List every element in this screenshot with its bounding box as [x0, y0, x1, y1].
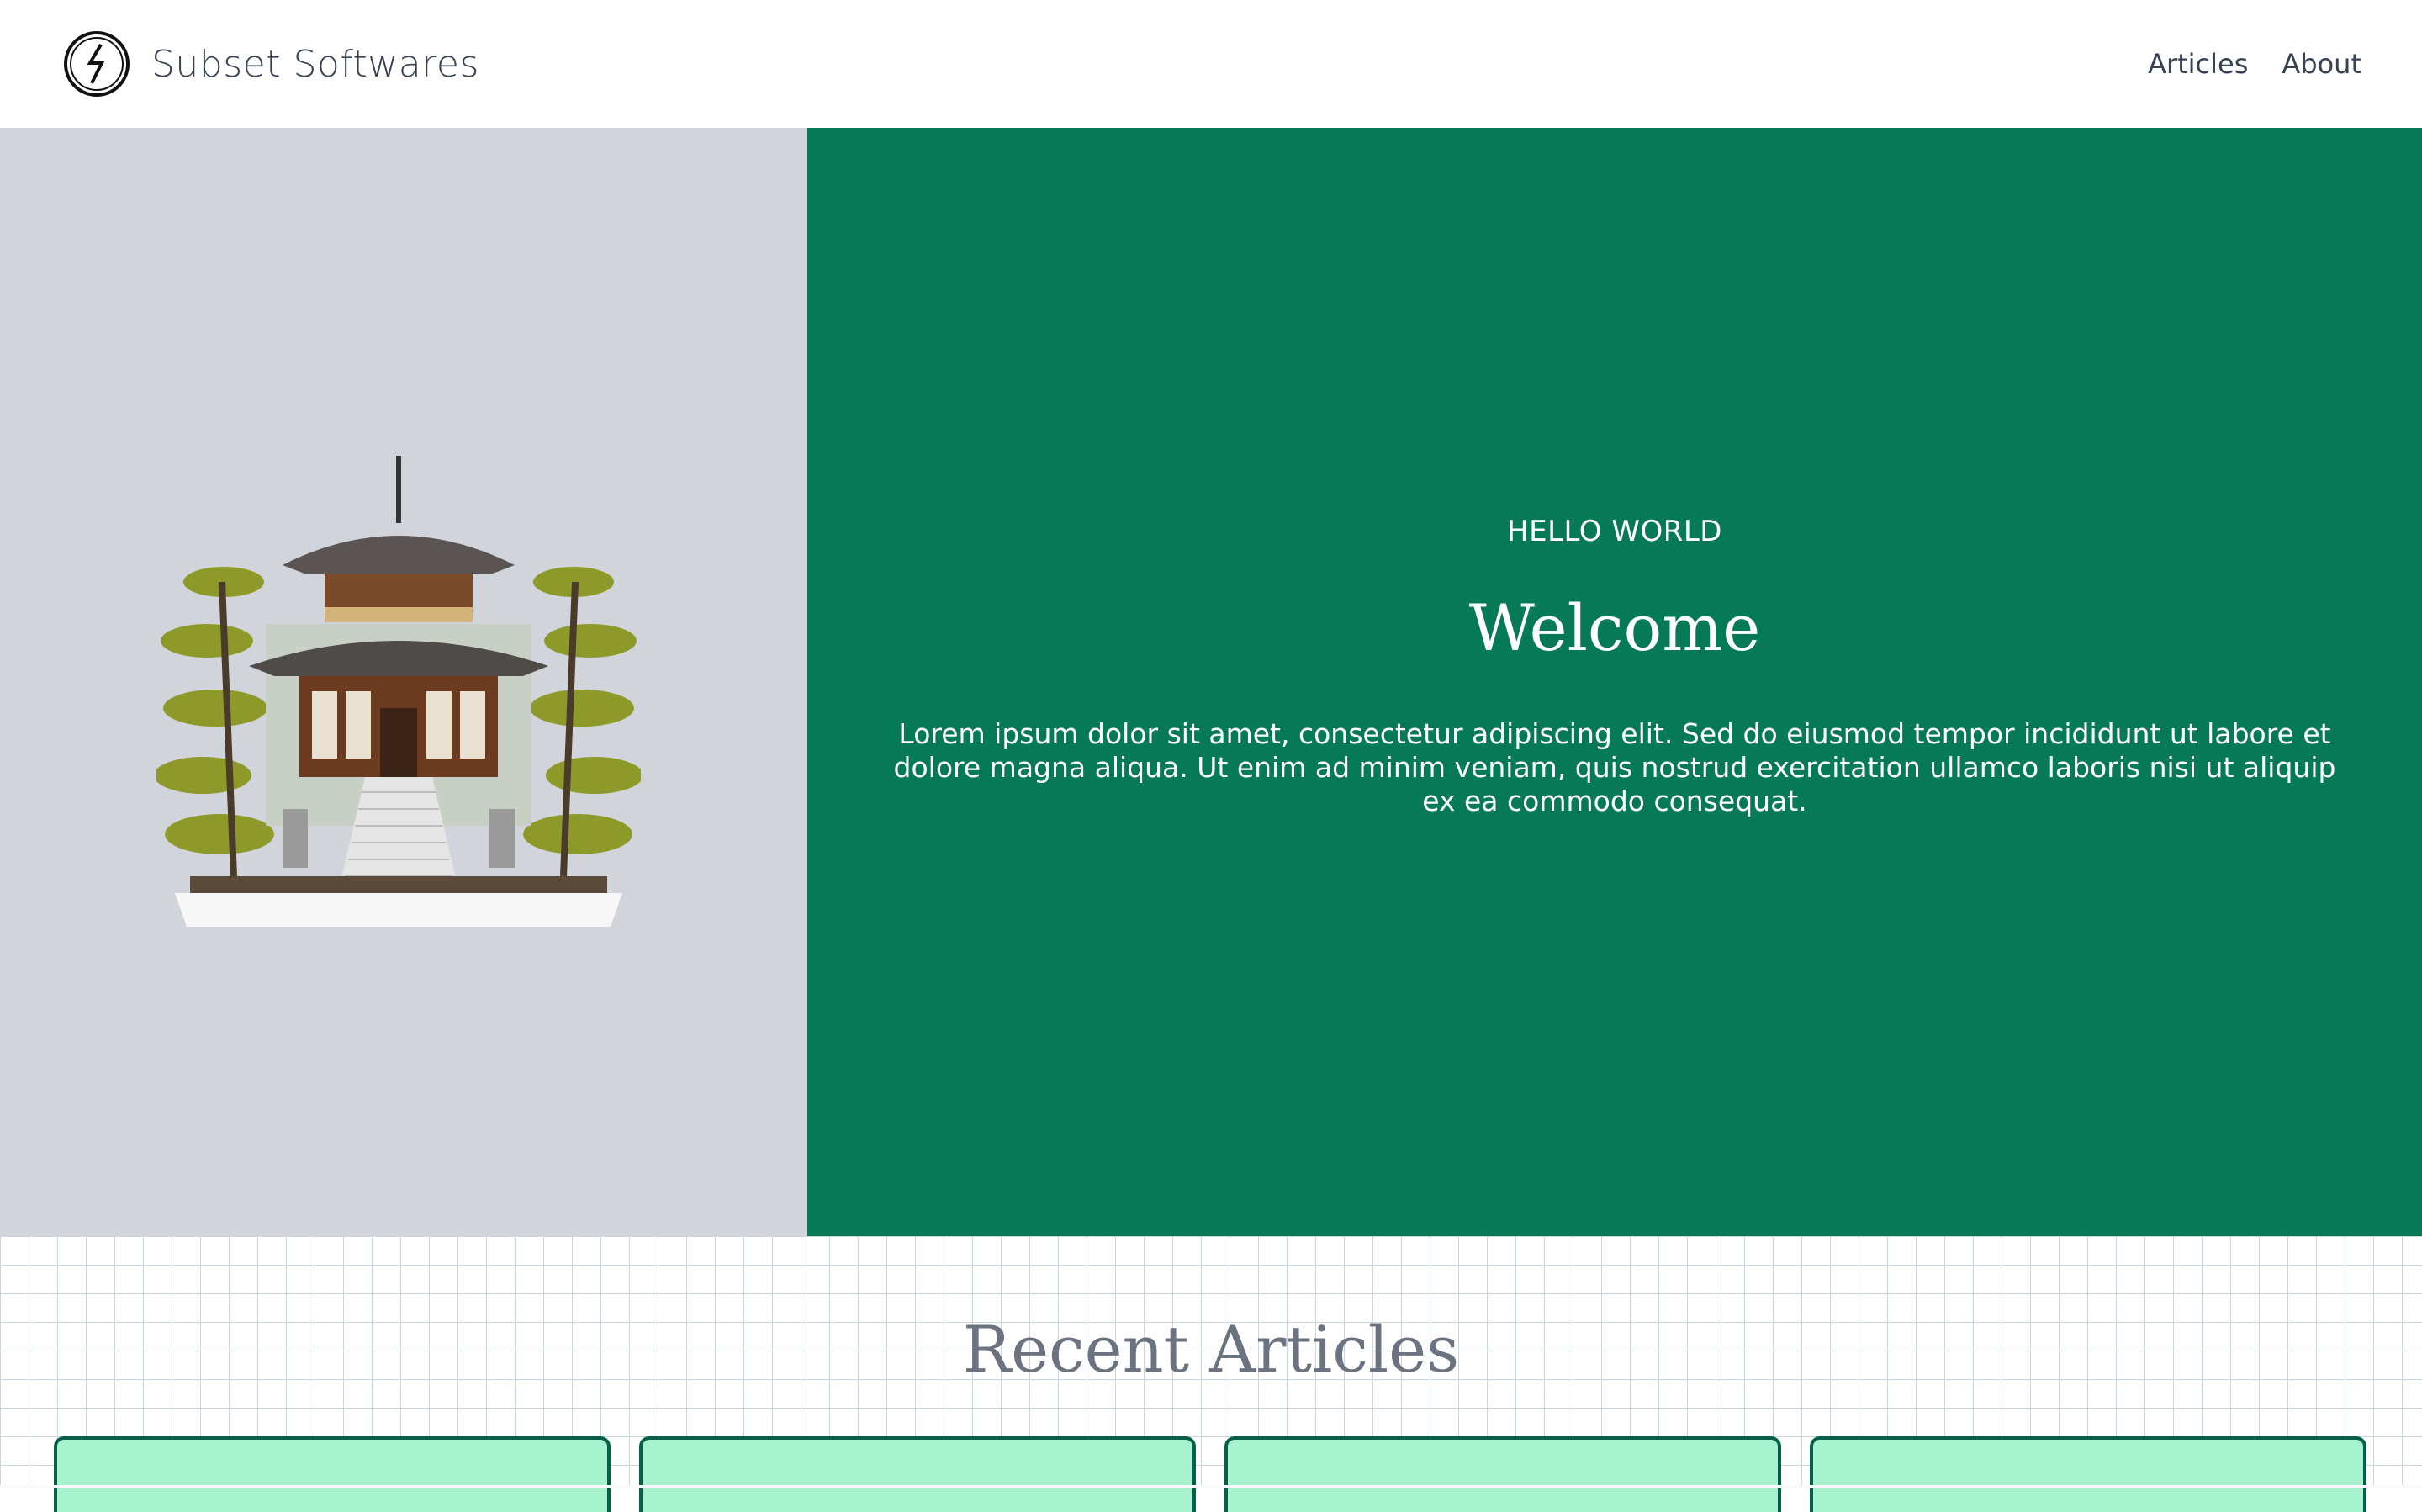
article-card[interactable] [1810, 1436, 2366, 1512]
hero-section: HELLO WORLD Welcome Lorem ipsum dolor si… [0, 128, 2422, 1236]
hero-image-panel [0, 128, 807, 1236]
recent-articles-title: Recent Articles [962, 1312, 1460, 1387]
main-nav: Articles About [2114, 48, 2361, 80]
article-card[interactable] [54, 1436, 611, 1512]
article-card[interactable] [1224, 1436, 1781, 1512]
recent-articles-section: Recent Articles [0, 1236, 2422, 1512]
article-cards [54, 1436, 2366, 1512]
page-bottom-edge [0, 1485, 2422, 1488]
lightning-circle-icon[interactable] [62, 29, 131, 98]
nav-link-about[interactable]: About [2282, 48, 2361, 80]
temple-illustration [156, 456, 641, 927]
brand-name[interactable]: Subset Softwares [151, 43, 479, 86]
site-header: Subset Softwares Articles About [0, 0, 2422, 128]
article-card[interactable] [639, 1436, 1196, 1512]
hero-content-panel: HELLO WORLD Welcome Lorem ipsum dolor si… [807, 128, 2422, 1236]
hero-eyebrow: HELLO WORLD [1507, 514, 1722, 548]
hero-title: Welcome [1468, 589, 1761, 665]
hero-body-text: Lorem ipsum dolor sit amet, consectetur … [893, 716, 2336, 817]
nav-link-articles[interactable]: Articles [2148, 48, 2248, 80]
